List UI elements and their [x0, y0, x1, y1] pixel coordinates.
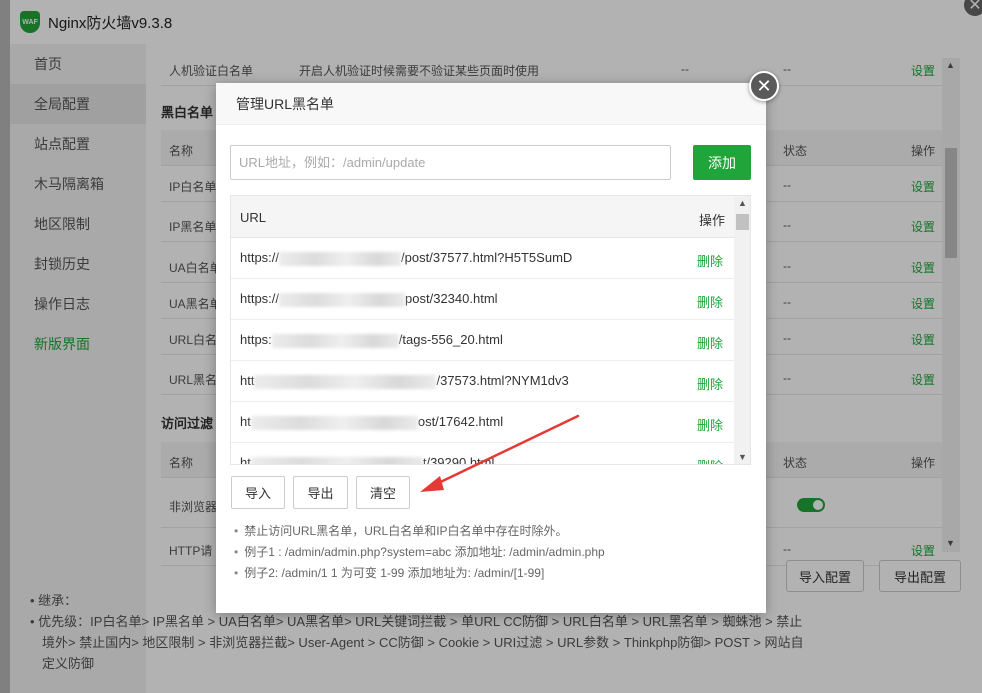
table-header: URL 操作 — [231, 196, 734, 238]
table-scrollbar[interactable]: ▲ ▼ — [734, 196, 750, 464]
export-button[interactable]: 导出 — [293, 476, 348, 509]
url-suffix: /tags-556_20.html — [398, 332, 503, 347]
table-row: htt/37573.html?NYM1dv3 删除 — [231, 361, 734, 402]
redacted-region — [279, 292, 406, 307]
delete-link[interactable]: 删除 — [697, 292, 723, 311]
col-op: 操作 — [699, 213, 726, 228]
clear-button[interactable]: 清空 — [356, 476, 410, 509]
delete-link[interactable]: 删除 — [697, 251, 723, 270]
url-prefix: https: — [240, 332, 272, 347]
url-blacklist-dialog: 管理URL黑名单 ✕ 添加 URL 操作 https:// /post/37577… — [216, 71, 779, 613]
col-url: URL — [240, 210, 267, 225]
delete-link[interactable]: 删除 — [697, 333, 723, 352]
url-cell: htt/37573.html?NYM1dv3 — [240, 373, 569, 389]
url-prefix: htt — [240, 373, 255, 388]
url-input[interactable] — [230, 145, 671, 180]
url-cell: https:// /post/37577.html?H5T5SumD — [240, 250, 572, 266]
dialog-title: 管理URL黑名单 — [216, 83, 766, 125]
redacted-region — [250, 415, 418, 430]
redacted-region — [271, 333, 399, 348]
url-prefix: https:// — [240, 291, 280, 306]
table-row: https:// /post/37577.html?H5T5SumD 删除 — [231, 238, 734, 279]
url-cell: https:// post/32340.html — [240, 291, 498, 307]
scroll-down-icon[interactable]: ▼ — [738, 452, 747, 462]
redacted-region — [250, 456, 423, 464]
redacted-region — [279, 251, 402, 266]
annotation-arrow-icon — [420, 414, 580, 492]
scroll-thumb[interactable] — [736, 214, 749, 230]
delete-link[interactable]: 删除 — [697, 456, 723, 464]
delete-link[interactable]: 删除 — [697, 415, 723, 434]
table-row: https: /tags-556_20.html 删除 — [231, 320, 734, 361]
url-suffix: post/32340.html — [405, 291, 498, 306]
hint-item: 例子2: /admin/1 1 为可变 1-99 添加地址为: /admin/[… — [234, 563, 605, 584]
url-cell: https: /tags-556_20.html — [240, 332, 503, 348]
hint-item: 禁止访问URL黑名单，URL白名单和IP白名单中存在时除外。 — [234, 521, 605, 542]
table-row: https:// post/32340.html 删除 — [231, 279, 734, 320]
url-suffix: /37573.html?NYM1dv3 — [436, 373, 569, 388]
hint-list: 禁止访问URL黑名单，URL白名单和IP白名单中存在时除外。 例子1 : /ad… — [234, 521, 605, 584]
import-button[interactable]: 导入 — [231, 476, 285, 509]
redacted-region — [254, 374, 437, 389]
scroll-up-icon[interactable]: ▲ — [738, 198, 747, 208]
add-button[interactable]: 添加 — [693, 145, 751, 180]
delete-link[interactable]: 删除 — [697, 374, 723, 393]
url-prefix: ht — [240, 414, 251, 429]
hint-item: 例子1 : /admin/admin.php?system=abc 添加地址: … — [234, 542, 605, 563]
close-icon[interactable]: ✕ — [749, 71, 779, 101]
url-suffix: /post/37577.html?H5T5SumD — [401, 250, 573, 265]
url-prefix: ht — [240, 455, 251, 465]
url-prefix: https:// — [240, 250, 280, 265]
